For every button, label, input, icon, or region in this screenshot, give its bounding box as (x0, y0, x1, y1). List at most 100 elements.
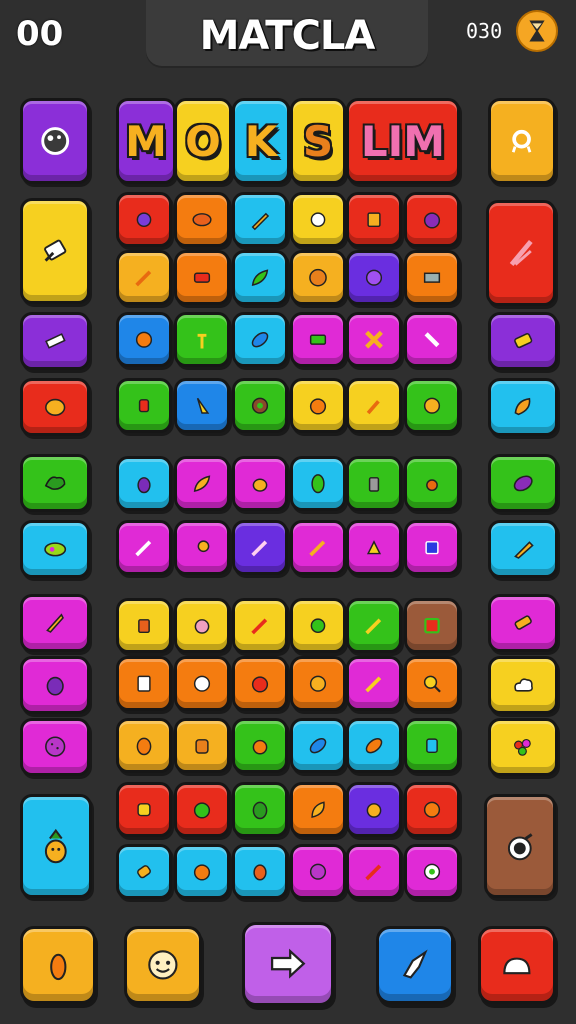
grid-tile[interactable] (346, 520, 402, 575)
grid-tile[interactable] (116, 520, 172, 575)
grid-tile[interactable] (290, 656, 346, 711)
grid-tile[interactable] (232, 312, 288, 367)
grid-tile[interactable] (404, 656, 460, 711)
side-tile-orange[interactable] (20, 378, 90, 436)
grid-tile[interactable] (232, 718, 288, 773)
grid-tile[interactable] (346, 192, 402, 247)
side-tile-leaf[interactable] (488, 378, 558, 436)
grid-tile[interactable] (346, 782, 402, 837)
hourglass-button[interactable] (516, 10, 558, 52)
grid-tile[interactable] (346, 718, 402, 773)
grid-tile[interactable] (346, 312, 402, 367)
side-tile-cookie[interactable] (20, 718, 90, 776)
grid-tile[interactable] (404, 598, 460, 653)
pencil-icon (509, 239, 533, 267)
side-tile-cloud[interactable] (488, 656, 558, 714)
side-tile-ring[interactable] (488, 98, 556, 184)
grid-tile[interactable] (346, 844, 402, 899)
face-button[interactable] (124, 926, 202, 1004)
grid-tile[interactable] (174, 782, 230, 837)
grid-tile[interactable] (232, 378, 288, 433)
grid-tile[interactable] (290, 250, 346, 305)
grid-tile[interactable] (174, 718, 230, 773)
grid-tile[interactable] (346, 250, 402, 305)
cake-button[interactable] (478, 926, 556, 1004)
grid-tile[interactable] (116, 378, 172, 433)
grid-tile[interactable] (116, 782, 172, 837)
grid-tile[interactable] (290, 378, 346, 433)
toast-icon (137, 802, 151, 817)
grid-tile[interactable] (404, 378, 460, 433)
grid-tile[interactable] (174, 192, 230, 247)
side-tile-pencil[interactable] (486, 200, 556, 306)
grid-tile[interactable] (116, 656, 172, 711)
carrot-button[interactable] (20, 926, 96, 1004)
next-arrow-button[interactable] (242, 922, 334, 1006)
side-tile-pineapple[interactable] (20, 794, 92, 898)
side-tile-leaf[interactable] (20, 454, 90, 512)
grid-tile[interactable] (232, 656, 288, 711)
grid-tile[interactable] (346, 378, 402, 433)
grid-tile[interactable] (116, 598, 172, 653)
grid-tile[interactable] (290, 844, 346, 899)
grid-tile[interactable] (174, 598, 230, 653)
grid-tile[interactable] (116, 718, 172, 773)
grid-tile[interactable] (290, 598, 346, 653)
grid-tile[interactable] (232, 192, 288, 247)
grid-tile[interactable] (290, 782, 346, 837)
grid-tile[interactable] (404, 192, 460, 247)
grid-tile[interactable] (174, 520, 230, 575)
grid-tile[interactable] (174, 378, 230, 433)
side-tile-carrot[interactable] (20, 594, 90, 652)
bird-button[interactable] (376, 926, 454, 1004)
grid-tile[interactable] (404, 250, 460, 305)
grid-tile[interactable] (116, 250, 172, 305)
grid-tile[interactable] (116, 312, 172, 367)
grid-tile[interactable] (116, 844, 172, 899)
side-tile-eggplant[interactable] (20, 656, 90, 714)
grid-tile[interactable] (404, 782, 460, 837)
grid-tile[interactable] (116, 192, 172, 247)
card-icon (425, 540, 439, 555)
side-tile-pencil-2[interactable] (488, 520, 558, 578)
grid-tile[interactable] (290, 312, 346, 367)
grid-tile[interactable] (232, 844, 288, 899)
grid-tile[interactable] (404, 312, 460, 367)
grid-tile[interactable] (232, 520, 288, 575)
side-tile-wrench[interactable] (20, 198, 90, 304)
grid-tile[interactable] (116, 456, 172, 511)
grid-tile[interactable] (346, 656, 402, 711)
grid-tile[interactable] (290, 718, 346, 773)
grid-tile[interactable] (174, 844, 230, 899)
side-tile-candy[interactable] (488, 312, 558, 370)
bird-icon (403, 949, 428, 979)
grid-tile[interactable] (404, 520, 460, 575)
grid-tile[interactable] (232, 456, 288, 511)
grid-tile[interactable] (290, 456, 346, 511)
grid-tile[interactable] (232, 598, 288, 653)
grid-tile[interactable] (346, 456, 402, 511)
side-tile-pot[interactable] (484, 794, 556, 898)
cheese-icon (366, 539, 382, 555)
side-tile-mushroom[interactable] (20, 98, 90, 184)
grid-tile[interactable] (232, 250, 288, 305)
mushroom-icon (41, 127, 69, 155)
grid-tile[interactable] (174, 656, 230, 711)
grid-tile[interactable] (290, 520, 346, 575)
side-tile-eggplant[interactable] (488, 454, 558, 512)
grid-tile[interactable] (290, 192, 346, 247)
grid-tile[interactable] (404, 718, 460, 773)
grid-tile[interactable] (404, 456, 460, 511)
side-tile-pencil[interactable] (20, 312, 90, 370)
grid-tile[interactable] (174, 250, 230, 305)
grid-tile[interactable] (174, 456, 230, 511)
acorn-icon (195, 738, 209, 754)
side-tile-berries[interactable] (488, 718, 558, 776)
grid-tile[interactable] (404, 844, 460, 899)
side-tile-bean[interactable] (20, 520, 90, 578)
eggplant-icon (137, 476, 151, 494)
grid-tile[interactable] (232, 782, 288, 837)
side-tile-candy-2[interactable] (488, 594, 558, 652)
grid-tile[interactable] (174, 312, 230, 367)
grid-tile[interactable] (346, 598, 402, 653)
